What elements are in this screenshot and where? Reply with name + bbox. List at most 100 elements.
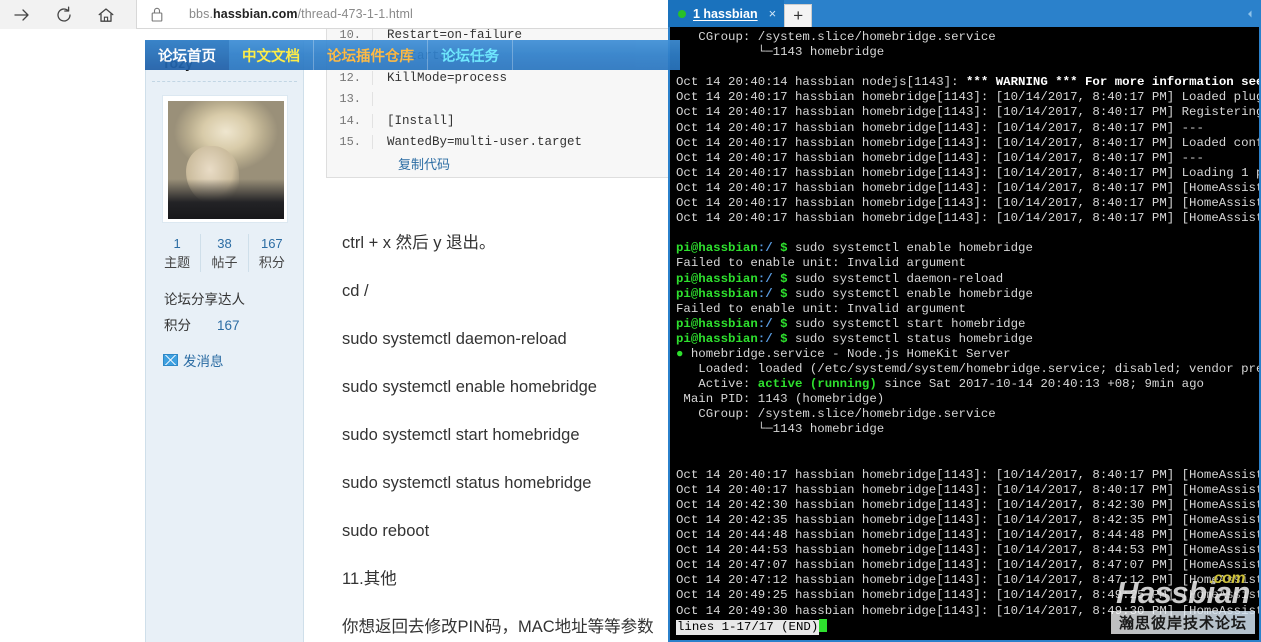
home-icon[interactable] — [90, 2, 122, 28]
code-line: 15. WantedBy=multi-user.target — [327, 132, 679, 154]
terminal-line: Loaded: loaded (/etc/systemd/system/home… — [676, 362, 1261, 377]
terminal-line: Oct 14 20:40:17 hassbian homebridge[1143… — [676, 211, 1261, 226]
stat-value: 1 — [173, 236, 181, 251]
code-line: 13. — [327, 89, 679, 111]
stat-posts[interactable]: 38 帖子 — [201, 234, 249, 272]
score-label: 积分 — [164, 318, 191, 333]
author-score-row: 积分 167 — [164, 314, 303, 334]
post-paragraph: sudo systemctl daemon-reload — [342, 330, 567, 348]
post-paragraph: 你想返回去修改PIN码，MAC地址等等参数 — [342, 618, 654, 636]
terminal-line: Oct 14 20:40:17 hassbian homebridge[1143… — [676, 196, 1261, 211]
stat-value: 167 — [260, 236, 283, 251]
code-line-text: WantedBy=multi-user.target — [387, 135, 583, 150]
post-paragraph: sudo systemctl status homebridge — [342, 474, 592, 492]
terminal-window: 1 hassbian × + CGroup: /system.slice/hom… — [668, 0, 1261, 642]
terminal-line: Failed to enable unit: Invalid argument — [676, 301, 966, 316]
terminal-line: Oct 14 20:42:35 hassbian homebridge[1143… — [676, 513, 1261, 527]
post-paragraph: cd / — [342, 282, 369, 300]
stat-threads[interactable]: 1 主题 — [154, 234, 202, 272]
terminal-line: pi@hassbian:/ $ sudo systemctl start hom… — [676, 316, 1026, 331]
terminal-line: Main PID: 1143 (homebridge) — [676, 392, 885, 407]
page-left-margin — [0, 29, 145, 642]
terminal-line: Oct 14 20:42:30 hassbian homebridge[1143… — [676, 497, 1261, 512]
code-line: 12. KillMode=process — [327, 67, 679, 89]
terminal-line: pi@hassbian:/ $ sudo systemctl enable ho… — [676, 286, 1033, 301]
terminal-line: Oct 14 20:49:30 hassbian homebridge[1143… — [676, 603, 1261, 618]
terminal-output[interactable]: CGroup: /system.slice/homebridge.service… — [668, 27, 1261, 642]
terminal-line: Oct 14 20:40:17 hassbian homebridge[1143… — [676, 90, 1261, 105]
terminal-line: Oct 14 20:44:53 hassbian homebridge[1143… — [676, 543, 1261, 558]
terminal-tab-hassbian[interactable]: 1 hassbian × — [668, 0, 785, 27]
terminal-line: Oct 14 20:47:12 hassbian homebridge[1143… — [676, 573, 1261, 588]
author-stats: 1 主题 38 帖子 167 积分 — [154, 234, 295, 272]
address-bar[interactable]: bbs.hassbian.com/thread-473-1-1.html — [136, 0, 671, 29]
close-icon[interactable]: × — [769, 6, 777, 21]
code-line-text: KillMode=process — [387, 70, 508, 85]
post-paragraph: sudo systemctl start homebridge — [342, 426, 580, 444]
stat-label: 积分 — [258, 255, 285, 270]
avatar[interactable] — [162, 96, 287, 222]
chevron-left-icon[interactable] — [1239, 0, 1261, 27]
post-content: 10. Restart=on-failure 11. RestartSec=10… — [304, 29, 680, 642]
code-line: 14. [Install] — [327, 110, 679, 132]
forum-navbar: 论坛首页 中文文档 论坛插件仓库 论坛任务 — [145, 40, 680, 70]
terminal-status-line: lines 1-17/17 (END) — [676, 618, 1259, 635]
terminal-line: Active: active (running) since Sat 2017-… — [676, 377, 1204, 392]
screenshot-root: bbs.hassbian.com/thread-473-1-1.html 10.… — [0, 0, 1261, 642]
code-line-number: 15. — [327, 135, 373, 150]
browser-nav-buttons — [0, 2, 122, 28]
terminal-line: └─1143 homebridge — [676, 422, 885, 437]
terminal-line: Oct 14 20:40:14 hassbian nodejs[1143]: *… — [676, 75, 1259, 90]
reload-icon[interactable] — [48, 2, 80, 28]
terminal-line: Oct 14 20:40:17 hassbian homebridge[1143… — [676, 165, 1261, 180]
stat-points[interactable]: 167 积分 — [249, 234, 295, 272]
send-message-link[interactable]: 发消息 — [163, 350, 303, 370]
nav-item-home[interactable]: 论坛首页 — [145, 40, 229, 70]
nav-item-docs[interactable]: 中文文档 — [229, 40, 314, 70]
address-bar-url: bbs.hassbian.com/thread-473-1-1.html — [189, 7, 413, 21]
terminal-line: CGroup: /system.slice/homebridge.service — [676, 30, 996, 44]
terminal-line: Oct 14 20:44:48 hassbian homebridge[1143… — [676, 528, 1261, 543]
post-paragraph: 11.其他 — [342, 570, 397, 588]
lock-icon — [147, 4, 167, 24]
post-paragraph: ctrl + x 然后 y 退出。 — [342, 234, 496, 252]
code-line-number: 14. — [327, 113, 373, 128]
post-author-card: Tozy 1 主题 38 帖子 167 积分 论坛分享达人 — [145, 41, 304, 642]
terminal-line: pi@hassbian:/ $ sudo systemctl status ho… — [676, 331, 1033, 346]
author-rank: 论坛分享达人 — [164, 292, 245, 307]
terminal-line: Oct 14 20:49:25 hassbian homebridge[1143… — [676, 588, 1261, 603]
terminal-line: pi@hassbian:/ $ sudo systemctl daemon-re… — [676, 271, 1004, 286]
terminal-tab-bar: 1 hassbian × + — [668, 0, 1261, 27]
terminal-line: CGroup: /system.slice/homebridge.service — [676, 407, 996, 422]
code-line-number: 12. — [327, 70, 373, 85]
forward-icon[interactable] — [6, 2, 38, 28]
new-tab-button[interactable]: + — [784, 4, 813, 27]
score-value: 167 — [217, 318, 240, 333]
terminal-line: ● homebridge.service - Node.js HomeKit S… — [676, 346, 1011, 361]
post-paragraphs: ctrl + x 然后 y 退出。 cd / sudo systemctl da… — [342, 219, 682, 642]
post-paragraph: sudo systemctl enable homebridge — [342, 378, 597, 396]
terminal-line: Oct 14 20:40:17 hassbian homebridge[1143… — [676, 150, 1204, 165]
terminal-line: pi@hassbian:/ $ sudo systemctl enable ho… — [676, 241, 1033, 256]
post-paragraph: sudo reboot — [342, 522, 430, 540]
terminal-tab-label: 1 hassbian — [693, 6, 758, 21]
terminal-line: Failed to enable unit: Invalid argument — [676, 256, 966, 271]
terminal-lines: CGroup: /system.slice/homebridge.service… — [676, 30, 1259, 619]
copy-code-link[interactable]: 复制代码 — [327, 153, 679, 175]
nav-item-plugins[interactable]: 论坛插件仓库 — [314, 40, 428, 70]
terminal-line: Oct 14 20:40:17 hassbian homebridge[1143… — [676, 482, 1261, 497]
terminal-cursor — [819, 618, 828, 632]
pager-status: lines 1-17/17 (END) — [676, 619, 820, 635]
code-line-text: [Install] — [387, 113, 455, 128]
nav-item-tasks[interactable]: 论坛任务 — [428, 40, 513, 70]
code-line-number: 13. — [327, 92, 373, 107]
terminal-line: Oct 14 20:40:17 hassbian homebridge[1143… — [676, 135, 1261, 150]
terminal-line: Oct 14 20:40:17 hassbian homebridge[1143… — [676, 105, 1261, 120]
send-message-label: 发消息 — [183, 354, 224, 369]
envelope-icon — [163, 354, 178, 366]
